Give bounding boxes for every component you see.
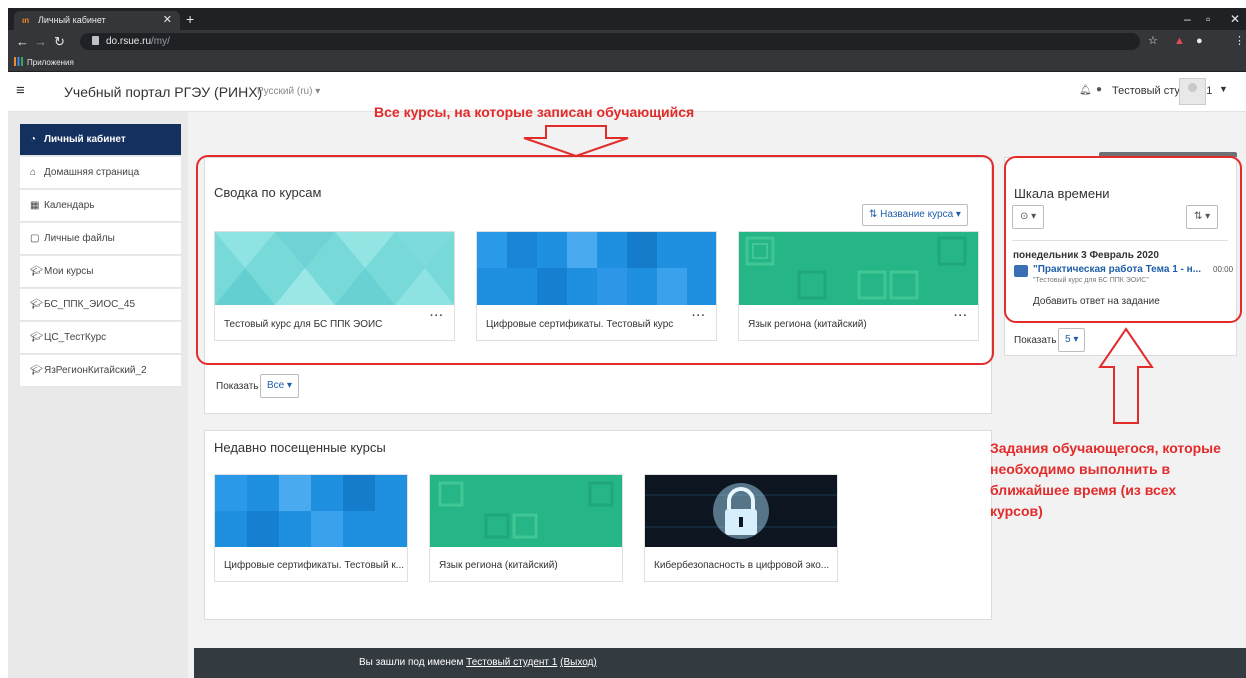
restore-icon[interactable]: ▫	[1206, 10, 1210, 28]
site-favicon-icon: ιn	[22, 16, 30, 25]
file-icon: ▢	[30, 233, 40, 244]
course-image	[645, 475, 837, 547]
browser-tab-title: Личный кабинет	[38, 15, 106, 25]
annotation-down-arrow-icon	[523, 125, 629, 158]
course-pattern	[438, 481, 614, 539]
sidebar-item-course-cs[interactable]: 🎓︎ЦС_ТестКурс	[20, 322, 181, 354]
reload-icon[interactable]: ↻	[54, 33, 65, 50]
new-tab-button[interactable]: +	[186, 10, 194, 28]
sidebar-item-dashboard[interactable]: ◔ Личный кабинет	[20, 124, 181, 156]
browser-toolbar: ← → ↻ do.rsue.ru/my/ ☆ ▲ ● ⋮	[8, 30, 1246, 53]
timeline-show-select[interactable]: 5 ▾	[1058, 328, 1086, 352]
back-arrow-icon[interactable]: ←	[16, 33, 29, 50]
close-window-icon[interactable]: ✕	[1230, 10, 1240, 28]
more-menu-icon[interactable]: ⋮	[1234, 34, 1245, 49]
graduation-cap-icon: 🎓︎	[30, 332, 43, 343]
apps-grid-icon	[14, 57, 23, 66]
forward-arrow-icon[interactable]: →	[34, 33, 47, 50]
footer-user-link[interactable]: Тестовый студент 1	[466, 657, 557, 668]
overview-show-select[interactable]: Все ▾	[260, 374, 300, 398]
annotation-up-arrow-icon	[1098, 327, 1154, 424]
course-name[interactable]: Кибербезопасность в цифровой эко...	[654, 560, 829, 571]
course-image	[430, 475, 622, 547]
overview-show-label: Показать	[216, 381, 259, 392]
dashboard-icon: ◔	[30, 134, 37, 145]
recent-course-card[interactable]: Кибербезопасность в цифровой эко...	[644, 474, 838, 582]
recent-course-card[interactable]: Язык региона (китайский)	[429, 474, 623, 582]
sidebar-item-calendar[interactable]: ▦ Календарь	[20, 190, 181, 222]
url-text: do.rsue.ru/my/	[106, 36, 170, 47]
browser-tabbar: ιn Личный кабинет ✕ + – ▫ ✕	[8, 8, 1246, 30]
recent-courses-title: Недавно посещенные курсы	[214, 440, 386, 455]
annotation-right-text: Задания обучающегося, которые необходимо…	[990, 440, 1221, 519]
annotation-box-courses	[196, 155, 994, 365]
sidebar-item-my-courses[interactable]: 🎓︎Мои курсы	[20, 256, 181, 288]
site-name[interactable]: Учебный портал РГЭУ (РИНХ)	[64, 83, 262, 101]
star-icon[interactable]: ☆	[1148, 34, 1158, 49]
cybersecurity-lock-image	[645, 475, 837, 547]
calendar-icon: ▦	[30, 200, 40, 211]
annotation-top-text: Все курсы, на которые записан обучающийс…	[374, 104, 695, 120]
course-image	[215, 475, 407, 547]
footer-login-info: Вы зашли под именем Тестовый студент 1 (…	[359, 657, 597, 668]
nav-drawer: ◔ Личный кабинет ⌂ Домашняя страница ▦ Кале…	[8, 112, 188, 678]
hamburger-menu-icon[interactable]: ≡	[16, 82, 25, 100]
course-name[interactable]: Язык региона (китайский)	[439, 560, 558, 571]
sidebar-item-private-files[interactable]: ▢ Личные файлы	[20, 223, 181, 255]
apps-bookmark[interactable]: Приложения	[14, 56, 74, 69]
messages-icon[interactable]: ●	[1096, 84, 1102, 95]
user-menu-caret-icon[interactable]: ▼	[1219, 84, 1228, 94]
bookmarks-bar: Приложения	[8, 53, 1246, 72]
sidebar-item-course-bs[interactable]: 🎓︎БС_ППК_ЭИОС_45	[20, 289, 181, 321]
recent-course-card[interactable]: Цифровые сертификаты. Тестовый к...	[214, 474, 408, 582]
avatar[interactable]	[1179, 78, 1206, 105]
annotation-box-timeline	[1004, 156, 1242, 323]
footer-logout-link[interactable]: (Выход)	[560, 657, 597, 668]
lock-icon	[92, 36, 99, 45]
tab-close-icon[interactable]: ✕	[163, 11, 172, 30]
course-name[interactable]: Цифровые сертификаты. Тестовый к...	[224, 560, 404, 571]
graduation-cap-icon: 🎓︎	[30, 365, 43, 376]
sidebar-item-course-chinese[interactable]: 🎓︎ЯзРегионКитайский_2	[20, 355, 181, 387]
sidebar-item-home[interactable]: ⌂ Домашняя страница	[20, 157, 181, 189]
home-icon: ⌂	[30, 167, 37, 178]
address-bar[interactable]: do.rsue.ru/my/	[80, 33, 1140, 50]
timeline-show-label: Показать	[1014, 335, 1057, 346]
graduation-cap-icon: 🎓︎	[30, 266, 43, 277]
account-icon[interactable]: ●	[1196, 34, 1203, 49]
pdf-extension-icon[interactable]: ▲	[1174, 34, 1185, 49]
language-selector[interactable]: Русский (ru) ▾	[257, 85, 320, 99]
graduation-cap-icon: 🎓︎	[30, 299, 43, 310]
notification-bell-icon[interactable]: 🔔︎	[1079, 85, 1092, 96]
page-footer: Вы зашли под именем Тестовый студент 1 (…	[194, 648, 1246, 678]
screen: ιn Личный кабинет ✕ + – ▫ ✕ ← → ↻ do.rsu…	[8, 8, 1246, 678]
browser-tab[interactable]: ιn Личный кабинет ✕	[14, 11, 180, 30]
minimize-icon[interactable]: –	[1184, 10, 1191, 28]
course-pattern	[215, 475, 375, 547]
